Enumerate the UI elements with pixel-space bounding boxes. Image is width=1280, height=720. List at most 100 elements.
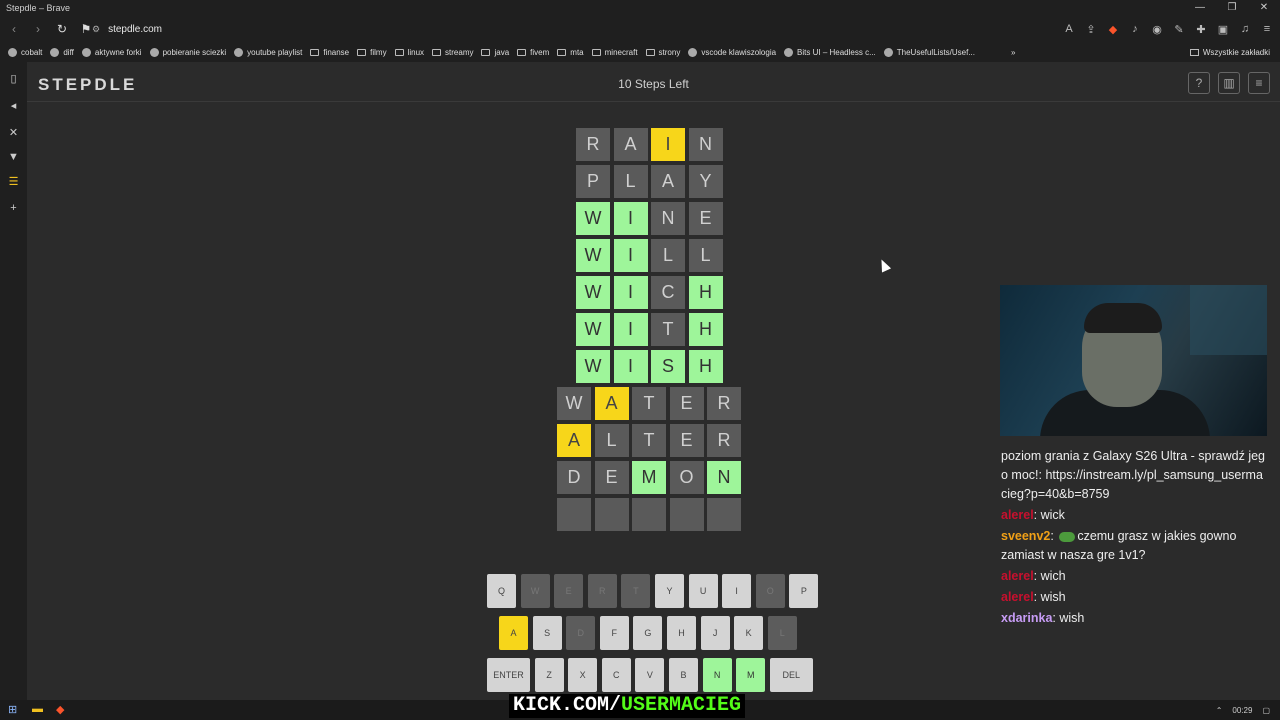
key-f[interactable]: F [599, 616, 629, 650]
key-w[interactable]: W [520, 574, 550, 608]
board-tile: I [613, 239, 648, 272]
key-del[interactable]: DEL [769, 658, 813, 692]
bookmark-label: streamy [445, 47, 474, 57]
chat-username[interactable]: sveenv2 [1001, 529, 1050, 543]
wallet-icon[interactable]: ▣ [1216, 23, 1230, 36]
key-s[interactable]: S [532, 616, 562, 650]
file-explorer-icon[interactable]: ▬ [32, 703, 43, 715]
chat-username[interactable]: alerel [1001, 569, 1034, 583]
key-r[interactable]: R [587, 574, 617, 608]
bookmark-item[interactable]: TheUsefulLists/Usef... [883, 47, 975, 57]
bookmark-item[interactable]: pobieranie sciezki [149, 47, 226, 57]
folder-icon [591, 48, 601, 56]
bookmark-item[interactable]: linux [394, 48, 424, 57]
bookmark-item[interactable]: cobalt [8, 47, 42, 57]
board-tile: W [557, 387, 591, 420]
close-icon[interactable]: ✕ [1248, 0, 1280, 16]
back-icon[interactable]: ‹ [4, 22, 24, 36]
extension-icon[interactable]: ♪ [1128, 23, 1142, 35]
menu-icon[interactable]: ≡ [1260, 23, 1274, 35]
tray-expand-icon[interactable]: ⌃ [1216, 706, 1223, 715]
key-b[interactable]: B [669, 658, 698, 692]
bookmark-item[interactable]: streamy [432, 48, 473, 57]
extensions-puzzle-icon[interactable]: ✚ [1194, 23, 1208, 36]
url-text[interactable]: stepdle.com [108, 24, 162, 35]
menu-button[interactable]: ≡ [1248, 72, 1270, 94]
key-x[interactable]: X [568, 658, 598, 692]
key-g[interactable]: G [633, 616, 663, 650]
chat-username[interactable]: alerel [1001, 508, 1034, 522]
minimize-icon[interactable]: — [1184, 0, 1216, 16]
sidebar-panel-icon[interactable]: ▯ [0, 72, 27, 85]
bookmark-item[interactable]: java [481, 48, 509, 57]
site-info-icon[interactable]: ⚙ [92, 24, 100, 35]
all-bookmarks[interactable]: Wszystkie zakładki [1189, 42, 1270, 62]
address-bar[interactable]: ⚙ stepdle.com [92, 19, 1032, 39]
chat-text: wish [1059, 611, 1085, 625]
share-icon[interactable]: ⇪ [1084, 23, 1098, 36]
board-tile: W [576, 313, 610, 346]
key-t[interactable]: T [621, 574, 651, 608]
github-icon [883, 47, 893, 57]
key-u[interactable]: U [688, 574, 718, 608]
board-tile: W [576, 350, 610, 383]
chat-username[interactable]: alerel [1001, 590, 1034, 604]
bookmark-item[interactable]: filmy [357, 48, 387, 57]
key-h[interactable]: H [667, 616, 696, 650]
bookmark-item[interactable]: finanse [310, 48, 349, 57]
key-v[interactable]: V [635, 658, 665, 692]
board-tile: E [688, 202, 723, 235]
key-a[interactable]: A [499, 616, 528, 650]
board-tile: A [651, 165, 685, 198]
extension-icon[interactable]: ✎ [1172, 23, 1186, 36]
restore-icon[interactable]: ❐ [1216, 0, 1248, 16]
chat-username[interactable]: xdarinka [1001, 611, 1052, 625]
add-icon[interactable]: + [0, 202, 27, 214]
bookmark-item[interactable]: diff [50, 47, 74, 57]
bookmark-item[interactable]: aktywne forki [81, 47, 142, 57]
bookmark-item[interactable]: youtube playlist [234, 47, 302, 57]
windows-start-icon[interactable]: ⊞ [8, 703, 17, 716]
key-enter[interactable]: ENTER [487, 658, 530, 692]
notifications-icon[interactable]: ▢ [1262, 706, 1270, 715]
key-j[interactable]: J [700, 616, 730, 650]
key-c[interactable]: C [601, 658, 631, 692]
board-tile: E [594, 461, 629, 494]
reload-icon[interactable]: ↻ [52, 22, 72, 36]
bookmark-item[interactable]: strony [645, 47, 681, 57]
key-l[interactable]: L [767, 616, 797, 650]
help-button[interactable]: ? [1188, 72, 1210, 94]
bookmark-item[interactable]: minecraft [591, 48, 638, 57]
forward-icon[interactable]: › [28, 22, 48, 36]
key-y[interactable]: Y [655, 574, 684, 608]
sidebar-app-icon[interactable]: ▼ [0, 151, 27, 163]
bookmarks-more-button[interactable]: » [1011, 48, 1015, 57]
brave-shields-icon[interactable]: ◆ [1106, 23, 1120, 36]
x-icon[interactable]: ✕ [0, 126, 27, 139]
bookmark-label: strony [658, 47, 681, 57]
extension-icon[interactable]: ◉ [1150, 23, 1164, 36]
sidebar-notes-icon[interactable]: ☰ [0, 175, 27, 188]
board-tile: I [613, 350, 648, 383]
stats-button[interactable]: ▥ [1218, 72, 1240, 94]
key-n[interactable]: N [702, 658, 732, 692]
key-i[interactable]: I [722, 574, 752, 608]
key-d[interactable]: D [566, 616, 596, 650]
stream-chat: poziom grania z Galaxy S26 Ultra - spraw… [1001, 447, 1269, 630]
bookmark-item[interactable]: mta [557, 48, 584, 57]
brave-taskbar-icon[interactable]: ◆ [56, 703, 64, 716]
key-o[interactable]: O [755, 574, 785, 608]
translate-icon[interactable]: A [1062, 23, 1076, 35]
key-k[interactable]: K [734, 616, 764, 650]
bookmark-item[interactable]: fivem [517, 48, 549, 57]
key-p[interactable]: P [789, 574, 819, 608]
window-titlebar: Stepdle – Brave — ❐ ✕ [0, 0, 1280, 16]
key-e[interactable]: E [554, 574, 584, 608]
key-q[interactable]: Q [487, 574, 516, 608]
key-m[interactable]: M [736, 658, 766, 692]
bookmark-item[interactable]: vscode klawiszologia [688, 47, 776, 57]
sidebar-audio-icon[interactable]: ◂ [0, 99, 27, 112]
bookmark-item[interactable]: Bits UI – Headless c... [784, 47, 876, 57]
media-icon[interactable]: ♫ [1238, 23, 1252, 35]
key-z[interactable]: Z [534, 658, 564, 692]
